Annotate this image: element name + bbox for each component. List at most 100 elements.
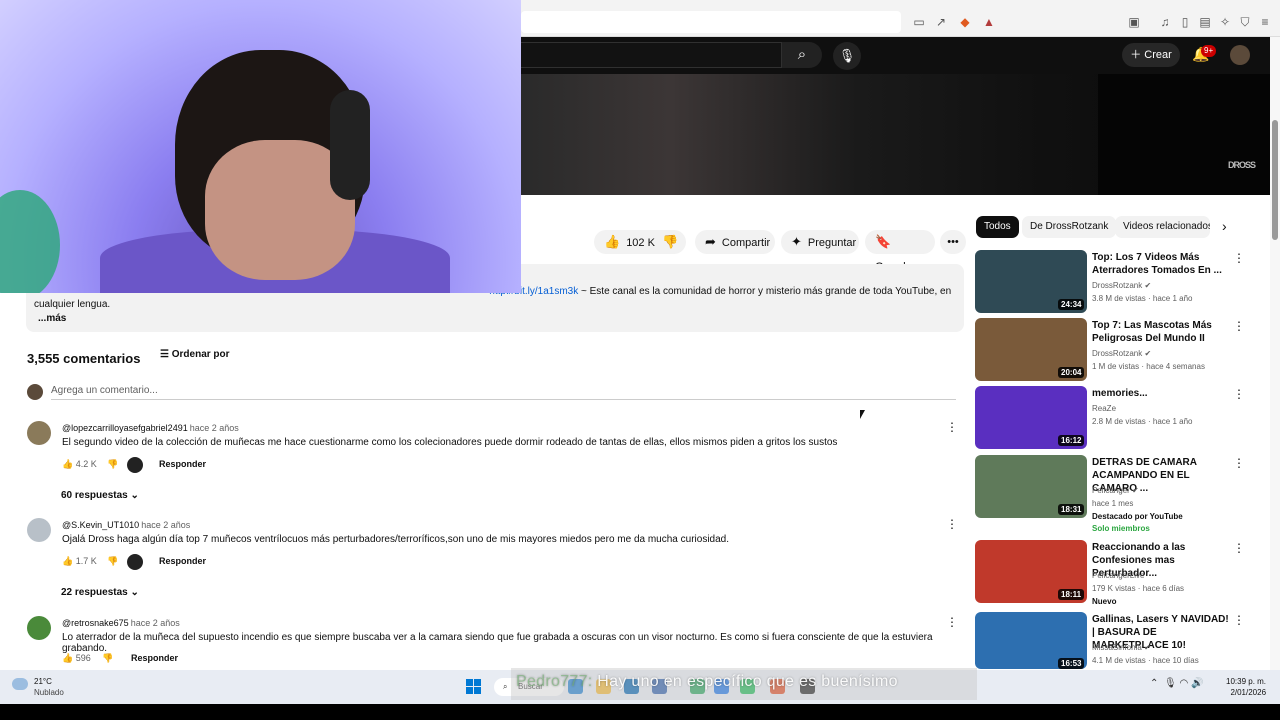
wallet-icon[interactable]: ▤ (1198, 15, 1212, 29)
search-icon: ⌕ (797, 46, 807, 63)
related-menu-icon[interactable]: ⋮ (1233, 456, 1245, 470)
related-menu-icon[interactable]: ⋮ (1233, 613, 1245, 627)
menu-icon[interactable]: ≡ (1258, 15, 1272, 29)
comment-count: 3,555 comentarios (27, 351, 141, 366)
microphone-icon: 🎙 (1163, 678, 1177, 689)
related-title[interactable]: memories... (1092, 387, 1232, 400)
video-duration: 20:04 (1058, 367, 1085, 378)
video-duration: 16:53 (1058, 658, 1085, 669)
media-icon[interactable]: ♫ (1158, 15, 1172, 29)
add-comment-underline (51, 399, 956, 400)
channel-watermark-icon: DROSS (1228, 160, 1256, 170)
comment-author[interactable]: @lopezcarrilloyasefgabriel2491 hace 2 año… (62, 423, 239, 433)
comment-avatar[interactable] (27, 518, 51, 542)
related-meta: 2.8 M de vistas · hace 1 año (1092, 417, 1193, 426)
comment-menu-icon[interactable]: ⋮ (946, 420, 958, 434)
comment-author[interactable]: @retrosnake675 hace 2 años (62, 618, 180, 628)
comment-menu-icon[interactable]: ⋮ (946, 615, 958, 629)
video-duration: 18:11 (1058, 589, 1085, 600)
chevron-up-icon: ⌃ (1150, 678, 1159, 689)
thumbs-up-icon: 👍 (62, 459, 76, 469)
more-actions-button[interactable]: ••• (940, 230, 966, 254)
related-meta: hace 1 mes (1092, 499, 1134, 508)
related-channel[interactable]: DrossRotzank ✔ (1092, 348, 1151, 359)
sidebar-icon[interactable]: ▯ (1178, 15, 1192, 29)
thumbs-down-icon[interactable]: 👎 (107, 459, 118, 470)
search-input[interactable] (480, 42, 782, 68)
chevron-down-icon: ⌄ (130, 587, 139, 598)
windows-start-icon[interactable] (466, 679, 481, 694)
share-button[interactable]: ➦ Compartir (695, 230, 775, 254)
related-channel[interactable]: MissaSinfonia ✔ (1092, 642, 1151, 653)
reply-button[interactable]: Responder (131, 653, 178, 663)
related-channel[interactable]: DrossRotzank ✔ (1092, 280, 1151, 291)
related-channel[interactable]: ReaZe (1092, 403, 1116, 414)
comment-like-button[interactable]: 👍 4.2 K (62, 459, 97, 470)
weather-desc[interactable]: Nublado (34, 688, 64, 697)
search-button[interactable]: ⌕ (782, 42, 822, 68)
comment-like-button[interactable]: 👍 1.7 K (62, 556, 97, 567)
comment-text: El segundo video de la colección de muñe… (62, 437, 838, 448)
comment-like-button[interactable]: 👍 596 (62, 653, 91, 664)
related-menu-icon[interactable]: ⋮ (1233, 251, 1245, 265)
voice-search-button[interactable]: 🎙 (833, 42, 861, 70)
subtitle-prefix: Pedro777: (516, 673, 593, 690)
thumbs-down-icon[interactable]: 👎 (662, 234, 678, 250)
thumbs-down-icon[interactable]: 👎 (102, 653, 113, 664)
leo-icon[interactable]: ✧ (1218, 15, 1232, 29)
related-menu-icon[interactable]: ⋮ (1233, 541, 1245, 555)
show-more-button[interactable]: ...más (38, 313, 66, 324)
create-button[interactable]: ＋ Crear (1122, 43, 1180, 67)
chevron-right-icon[interactable]: › (1222, 218, 1227, 234)
share-icon[interactable]: ↗ (934, 15, 948, 29)
replies-count: 22 respuestas (61, 587, 128, 598)
system-tray[interactable]: ⌃ 🎙 ◠ 🔊 (1150, 678, 1203, 689)
related-meta: 4.1 M de vistas · hace 10 días (1092, 656, 1199, 665)
save-button[interactable]: 🔖Guardar (865, 230, 935, 273)
related-menu-icon[interactable]: ⋮ (1233, 319, 1245, 333)
comment-avatar[interactable] (27, 616, 51, 640)
view-replies-button[interactable]: 22 respuestas ⌄ (61, 587, 139, 598)
clock[interactable]: 10:39 p. m. 2/01/2026 (1226, 676, 1266, 698)
scrollbar-thumb[interactable] (1272, 120, 1278, 240)
comment-like-count: 4.2 K (75, 459, 97, 469)
thumbs-down-icon[interactable]: 👎 (107, 556, 118, 567)
fan-shape (0, 190, 60, 293)
add-comment-input[interactable]: Agrega un comentario... (51, 385, 158, 396)
comment-menu-icon[interactable]: ⋮ (946, 517, 958, 531)
comment-avatar[interactable] (27, 421, 51, 445)
related-meta: 3.8 M de vistas · hace 1 año (1092, 294, 1193, 303)
account-avatar[interactable] (1230, 45, 1250, 65)
cloud-icon[interactable] (12, 678, 28, 690)
weather-temp[interactable]: 21°C (34, 677, 52, 686)
subtitle-text: Hay uno en específico que es buenísimo (597, 673, 898, 690)
related-channel[interactable]: Pelicanger ✔ (1092, 485, 1139, 496)
chip-channel[interactable]: De DrossRotzank (1022, 216, 1117, 238)
brave-shield-icon[interactable]: ◆ (958, 15, 972, 29)
rewards-icon[interactable]: ▲ (982, 15, 996, 29)
black-strip (0, 704, 1280, 720)
view-replies-button[interactable]: 60 respuestas ⌄ (61, 490, 139, 501)
reader-icon[interactable]: ▣ (1127, 15, 1141, 29)
thumbs-up-icon: 👍 (62, 556, 76, 566)
related-channel[interactable]: PelicangerLive (1092, 570, 1144, 581)
comment-author[interactable]: @S.Kevin_UT1010 hace 2 años (62, 520, 190, 530)
vpn-icon[interactable]: ⛉ (1238, 15, 1252, 29)
reply-button[interactable]: Responder (159, 459, 206, 469)
cast-icon[interactable]: ▭ (912, 15, 926, 29)
replies-count: 60 respuestas (61, 490, 128, 501)
related-menu-icon[interactable]: ⋮ (1233, 387, 1245, 401)
comment-like-count: 1.7 K (75, 556, 97, 566)
reply-button[interactable]: Responder (159, 556, 206, 566)
ask-button[interactable]: ✦ Preguntar (781, 230, 859, 254)
address-bar[interactable] (521, 11, 901, 33)
creator-heart-avatar (127, 457, 143, 473)
sort-button[interactable]: ☰ Ordenar por (160, 349, 230, 360)
volume-icon: 🔊 (1190, 678, 1204, 689)
chip-all[interactable]: Todos (976, 216, 1019, 238)
related-title[interactable]: Top: Los 7 Videos Más Aterradores Tomado… (1092, 251, 1232, 277)
clock-time: 10:39 p. m. (1226, 677, 1267, 686)
search-icon: ⌕ (503, 682, 508, 691)
related-title[interactable]: Top 7: Las Mascotas Más Peligrosas Del M… (1092, 319, 1232, 345)
chip-related[interactable]: Videos relacionados (1115, 216, 1210, 238)
